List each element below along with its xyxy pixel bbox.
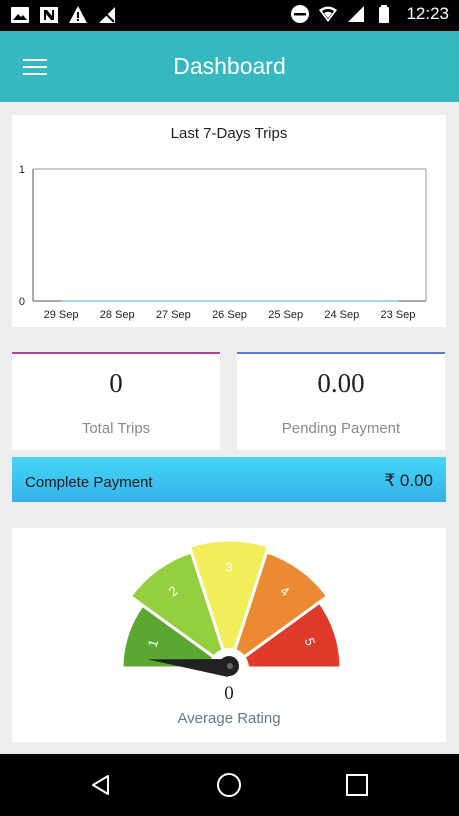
trips-chart-card: Last 7-Days Trips 0 1 29 Sep 28 Sep 27 Sep 26… <box>12 115 446 327</box>
y-tick-label: 1 <box>19 164 25 176</box>
status-left-icons <box>10 5 117 25</box>
do-not-disturb-icon <box>291 5 310 23</box>
complete-payment-label: Complete Payment <box>25 474 153 491</box>
x-tick-label: 24 Sep <box>324 309 359 321</box>
wifi-icon <box>319 6 338 22</box>
x-tick-label: 25 Sep <box>268 309 303 321</box>
x-tick-label: 23 Sep <box>380 309 415 321</box>
y-tick-label: 0 <box>19 296 25 308</box>
x-tick-label: 27 Sep <box>156 309 191 321</box>
trips-line-chart: 0 1 29 Sep 28 Sep 27 Sep 26 Sep 25 Sep 24 Sep 23… <box>19 164 427 321</box>
gauge-scale-label: 3 <box>225 559 232 574</box>
home-circle-icon[interactable] <box>216 772 242 798</box>
gauge-needle-pin <box>227 663 233 669</box>
status-time: 12:23 <box>406 4 449 23</box>
no-signal-icon <box>99 7 115 23</box>
pending-payment-value: 0.00 <box>317 368 365 398</box>
x-tick-label: 29 Sep <box>44 309 79 321</box>
navigation-bar <box>0 754 459 816</box>
pending-payment-card[interactable]: 0.00 Pending Payment <box>237 352 445 450</box>
image-icon <box>11 7 29 23</box>
total-trips-card[interactable]: 0 Total Trips <box>12 352 220 450</box>
total-trips-label: Total Trips <box>81 420 151 437</box>
warning-icon <box>69 6 87 23</box>
signal-icon <box>348 6 365 22</box>
complete-payment-amount: ₹ 0.00 <box>384 471 433 490</box>
pending-payment-label: Pending Payment <box>281 420 401 437</box>
total-trips-value: 0 <box>109 368 123 398</box>
n-app-icon <box>40 7 58 23</box>
x-tick-label: 28 Sep <box>100 309 135 321</box>
battery-icon <box>379 5 390 23</box>
complete-payment-bar[interactable]: Complete Payment ₹ 0.00 <box>12 457 446 502</box>
back-triangle-icon[interactable] <box>88 772 114 798</box>
rating-value: 0 <box>224 683 234 704</box>
app-bar: Dashboard <box>0 31 459 102</box>
status-right-icons: 12:23 <box>290 4 449 24</box>
rating-label: Average Rating <box>177 710 281 727</box>
status-bar: 12:23 <box>0 0 459 31</box>
x-tick-label: 26 Sep <box>212 309 247 321</box>
recents-square-icon[interactable] <box>344 772 370 798</box>
rating-card: 12345 0 Average Rating <box>12 528 446 742</box>
page-title: Dashboard <box>173 53 286 79</box>
